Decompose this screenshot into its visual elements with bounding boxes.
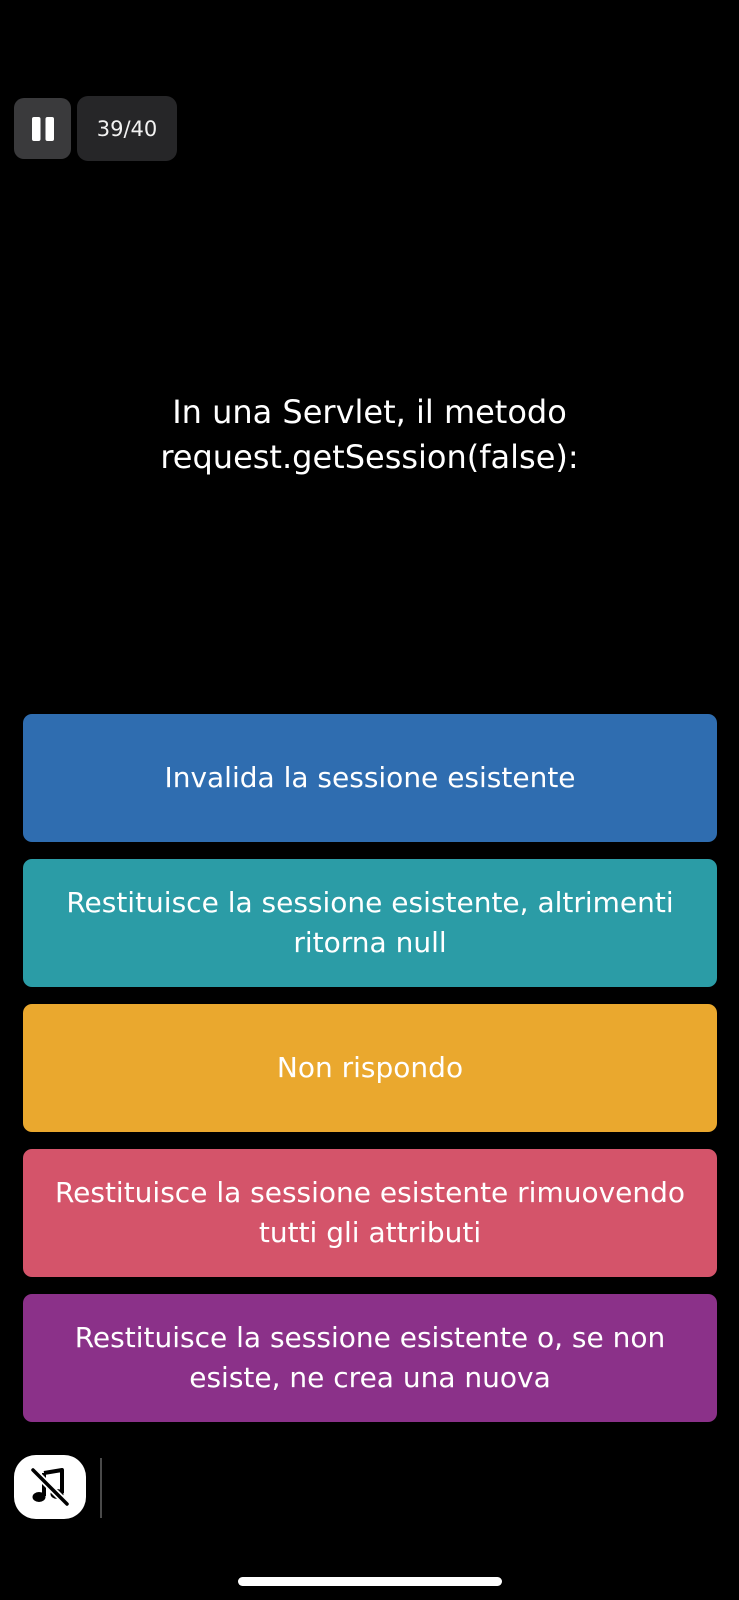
mute-music-button[interactable] <box>14 1455 86 1519</box>
answer-option-5[interactable]: Restituisce la sessione esistente o, se … <box>23 1294 717 1422</box>
answer-list: Invalida la sessione esistente Restituis… <box>23 714 717 1439</box>
divider <box>100 1458 102 1518</box>
pause-button[interactable] <box>14 98 71 159</box>
pause-icon <box>31 116 54 141</box>
answer-option-1[interactable]: Invalida la sessione esistente <box>23 714 717 842</box>
answer-option-2[interactable]: Restituisce la sessione esistente, altri… <box>23 859 717 987</box>
music-off-icon <box>29 1466 71 1508</box>
home-indicator[interactable] <box>238 1577 502 1586</box>
question-counter: 39/40 <box>77 96 177 161</box>
answer-option-3[interactable]: Non rispondo <box>23 1004 717 1132</box>
answer-option-4[interactable]: Restituisce la sessione esistente rimuov… <box>23 1149 717 1277</box>
question-text: In una Servlet, il metodo request.getSes… <box>160 393 579 476</box>
